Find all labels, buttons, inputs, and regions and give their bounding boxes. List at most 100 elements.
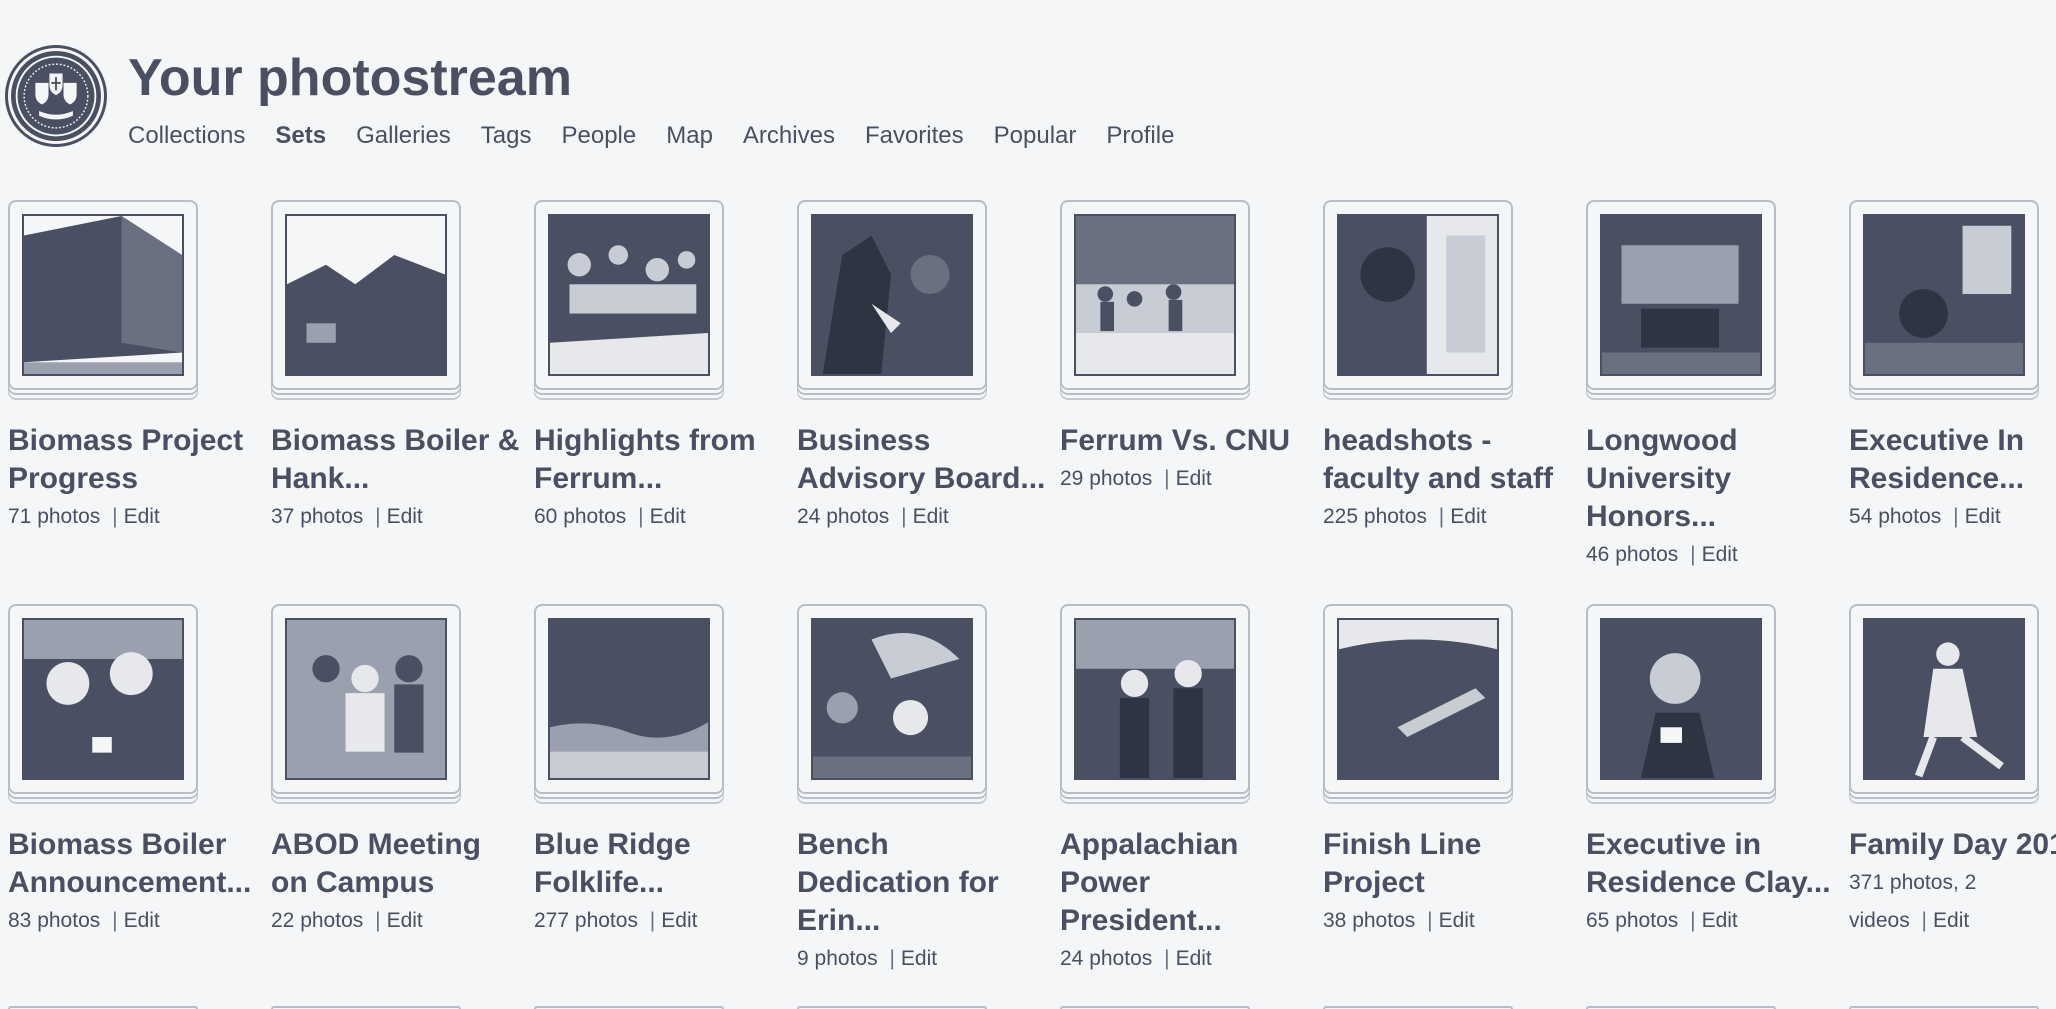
- meta-separator: |: [375, 505, 381, 528]
- set-cover-photo: [22, 214, 184, 376]
- set-edit-link[interactable]: Edit: [1450, 505, 1486, 528]
- set-count-label: photos: [826, 505, 890, 528]
- set-photo-count: 24: [1060, 947, 1084, 970]
- set-edit-link[interactable]: Edit: [1176, 947, 1212, 970]
- set-thumbnail[interactable]: [1586, 604, 1776, 794]
- set-thumbnail[interactable]: [534, 200, 724, 390]
- set-count-label: photos: [1352, 909, 1416, 932]
- set-cover-photo: [1337, 214, 1499, 376]
- meta-separator: |: [1438, 505, 1445, 528]
- set-meta: 54 photos | Edit: [1849, 498, 2029, 536]
- set-cover-photo: [285, 618, 447, 780]
- set-title[interactable]: Executive in Residence Clay...: [1586, 826, 1836, 902]
- set-thumbnail[interactable]: [1323, 200, 1513, 390]
- set-edit-link[interactable]: Edit: [387, 505, 423, 528]
- set-photo-count: 54: [1849, 505, 1873, 528]
- set-title[interactable]: Finish Line Project: [1323, 826, 1573, 902]
- set-thumbnail[interactable]: [1849, 200, 2039, 390]
- set-cover-photo: [548, 618, 710, 780]
- set-meta: 29 photos | Edit: [1060, 460, 1240, 498]
- set-meta: 71 photos | Edit: [8, 498, 188, 536]
- set-photo-count: 83: [8, 909, 32, 932]
- set-cover-photo: [285, 214, 447, 376]
- set-cover-photo: [1074, 618, 1236, 780]
- set-cover-photo: [548, 214, 710, 376]
- set-meta: 9 photos | Edit: [797, 940, 977, 978]
- set-edit-link[interactable]: Edit: [661, 909, 697, 932]
- set-title[interactable]: Appalachian Power President...: [1060, 826, 1310, 940]
- set-photo-count: 371: [1849, 871, 1885, 894]
- set-title[interactable]: Bench Dedication for Erin...: [797, 826, 1047, 940]
- set-cover-photo: [1074, 214, 1236, 376]
- set-photo-count: 9: [797, 947, 809, 970]
- set-count-label: photos: [1089, 467, 1153, 490]
- set-thumbnail[interactable]: [1323, 604, 1513, 794]
- set-thumbnail[interactable]: [1060, 200, 1250, 390]
- set-title[interactable]: Executive In Residence...: [1849, 422, 2056, 498]
- sets-grid: Biomass Project Progress 71 photos | Edit B…: [0, 0, 2056, 1009]
- set-count-label: photos: [1878, 505, 1942, 528]
- meta-separator: |: [1921, 909, 1928, 932]
- set-thumbnail[interactable]: [271, 200, 461, 390]
- set-photo-count: 37: [271, 505, 295, 528]
- set-edit-link[interactable]: Edit: [901, 947, 937, 970]
- set-title[interactable]: Blue Ridge Folklife...: [534, 826, 784, 902]
- set-thumbnail[interactable]: [797, 200, 987, 390]
- meta-separator: |: [901, 505, 907, 528]
- meta-separator: |: [1690, 909, 1696, 932]
- set-thumbnail[interactable]: [271, 604, 461, 794]
- meta-separator: |: [889, 947, 895, 970]
- set-title[interactable]: Biomass Boiler & Hank...: [271, 422, 521, 498]
- set-title[interactable]: Longwood University Honors...: [1586, 422, 1836, 536]
- set-cover-photo: [1337, 618, 1499, 780]
- set-count-label: photos: [1363, 505, 1427, 528]
- set-meta: 24 photos | Edit: [1060, 940, 1240, 978]
- set-photo-count: 24: [797, 505, 821, 528]
- set-title[interactable]: ABOD Meeting on Campus: [271, 826, 521, 902]
- set-cover-photo: [1863, 214, 2025, 376]
- set-title[interactable]: Biomass Project Progress: [8, 422, 258, 498]
- meta-separator: |: [1427, 909, 1433, 932]
- set-meta: 65 photos | Edit: [1586, 902, 1766, 940]
- set-thumbnail[interactable]: [534, 604, 724, 794]
- set-title[interactable]: Family Day 2011: [1849, 826, 2056, 864]
- set-count-label: photos: [1615, 909, 1679, 932]
- set-meta: 46 photos | Edit: [1586, 536, 1766, 574]
- set-title[interactable]: Business Advisory Board...: [797, 422, 1047, 498]
- set-edit-link[interactable]: Edit: [387, 909, 423, 932]
- set-edit-link[interactable]: Edit: [1176, 467, 1212, 490]
- set-thumbnail[interactable]: [797, 604, 987, 794]
- set-edit-link[interactable]: Edit: [1439, 909, 1475, 932]
- set-edit-link[interactable]: Edit: [1933, 909, 1969, 932]
- set-title[interactable]: Ferrum Vs. CNU: [1060, 422, 1310, 460]
- set-count-label: photos: [300, 505, 364, 528]
- set-meta: 37 photos | Edit: [271, 498, 451, 536]
- set-photo-count: 71: [8, 505, 32, 528]
- set-photo-count: 60: [534, 505, 558, 528]
- set-edit-link[interactable]: Edit: [913, 505, 949, 528]
- set-edit-link[interactable]: Edit: [124, 909, 160, 932]
- set-thumbnail[interactable]: [8, 604, 198, 794]
- set-thumbnail[interactable]: [8, 200, 198, 390]
- set-photo-count: 46: [1586, 543, 1610, 566]
- set-edit-link[interactable]: Edit: [1702, 909, 1738, 932]
- meta-separator: |: [112, 505, 118, 528]
- set-edit-link[interactable]: Edit: [1702, 543, 1738, 566]
- set-edit-link[interactable]: Edit: [124, 505, 160, 528]
- set-title[interactable]: headshots - faculty and staff: [1323, 422, 1573, 498]
- meta-separator: |: [375, 909, 381, 932]
- set-thumbnail[interactable]: [1060, 604, 1250, 794]
- set-thumbnail[interactable]: [1849, 604, 2039, 794]
- set-cover-photo: [22, 618, 184, 780]
- set-photo-count: 29: [1060, 467, 1084, 490]
- set-photo-count: 38: [1323, 909, 1347, 932]
- set-photo-count: 277: [534, 909, 570, 932]
- set-title[interactable]: Highlights from Ferrum...: [534, 422, 784, 498]
- set-count-label: photos: [814, 947, 878, 970]
- set-title[interactable]: Biomass Boiler Announcement...: [8, 826, 258, 902]
- set-edit-link[interactable]: Edit: [650, 505, 686, 528]
- meta-separator: |: [1164, 467, 1170, 490]
- set-photo-count: 22: [271, 909, 295, 932]
- set-thumbnail[interactable]: [1586, 200, 1776, 390]
- set-edit-link[interactable]: Edit: [1965, 505, 2001, 528]
